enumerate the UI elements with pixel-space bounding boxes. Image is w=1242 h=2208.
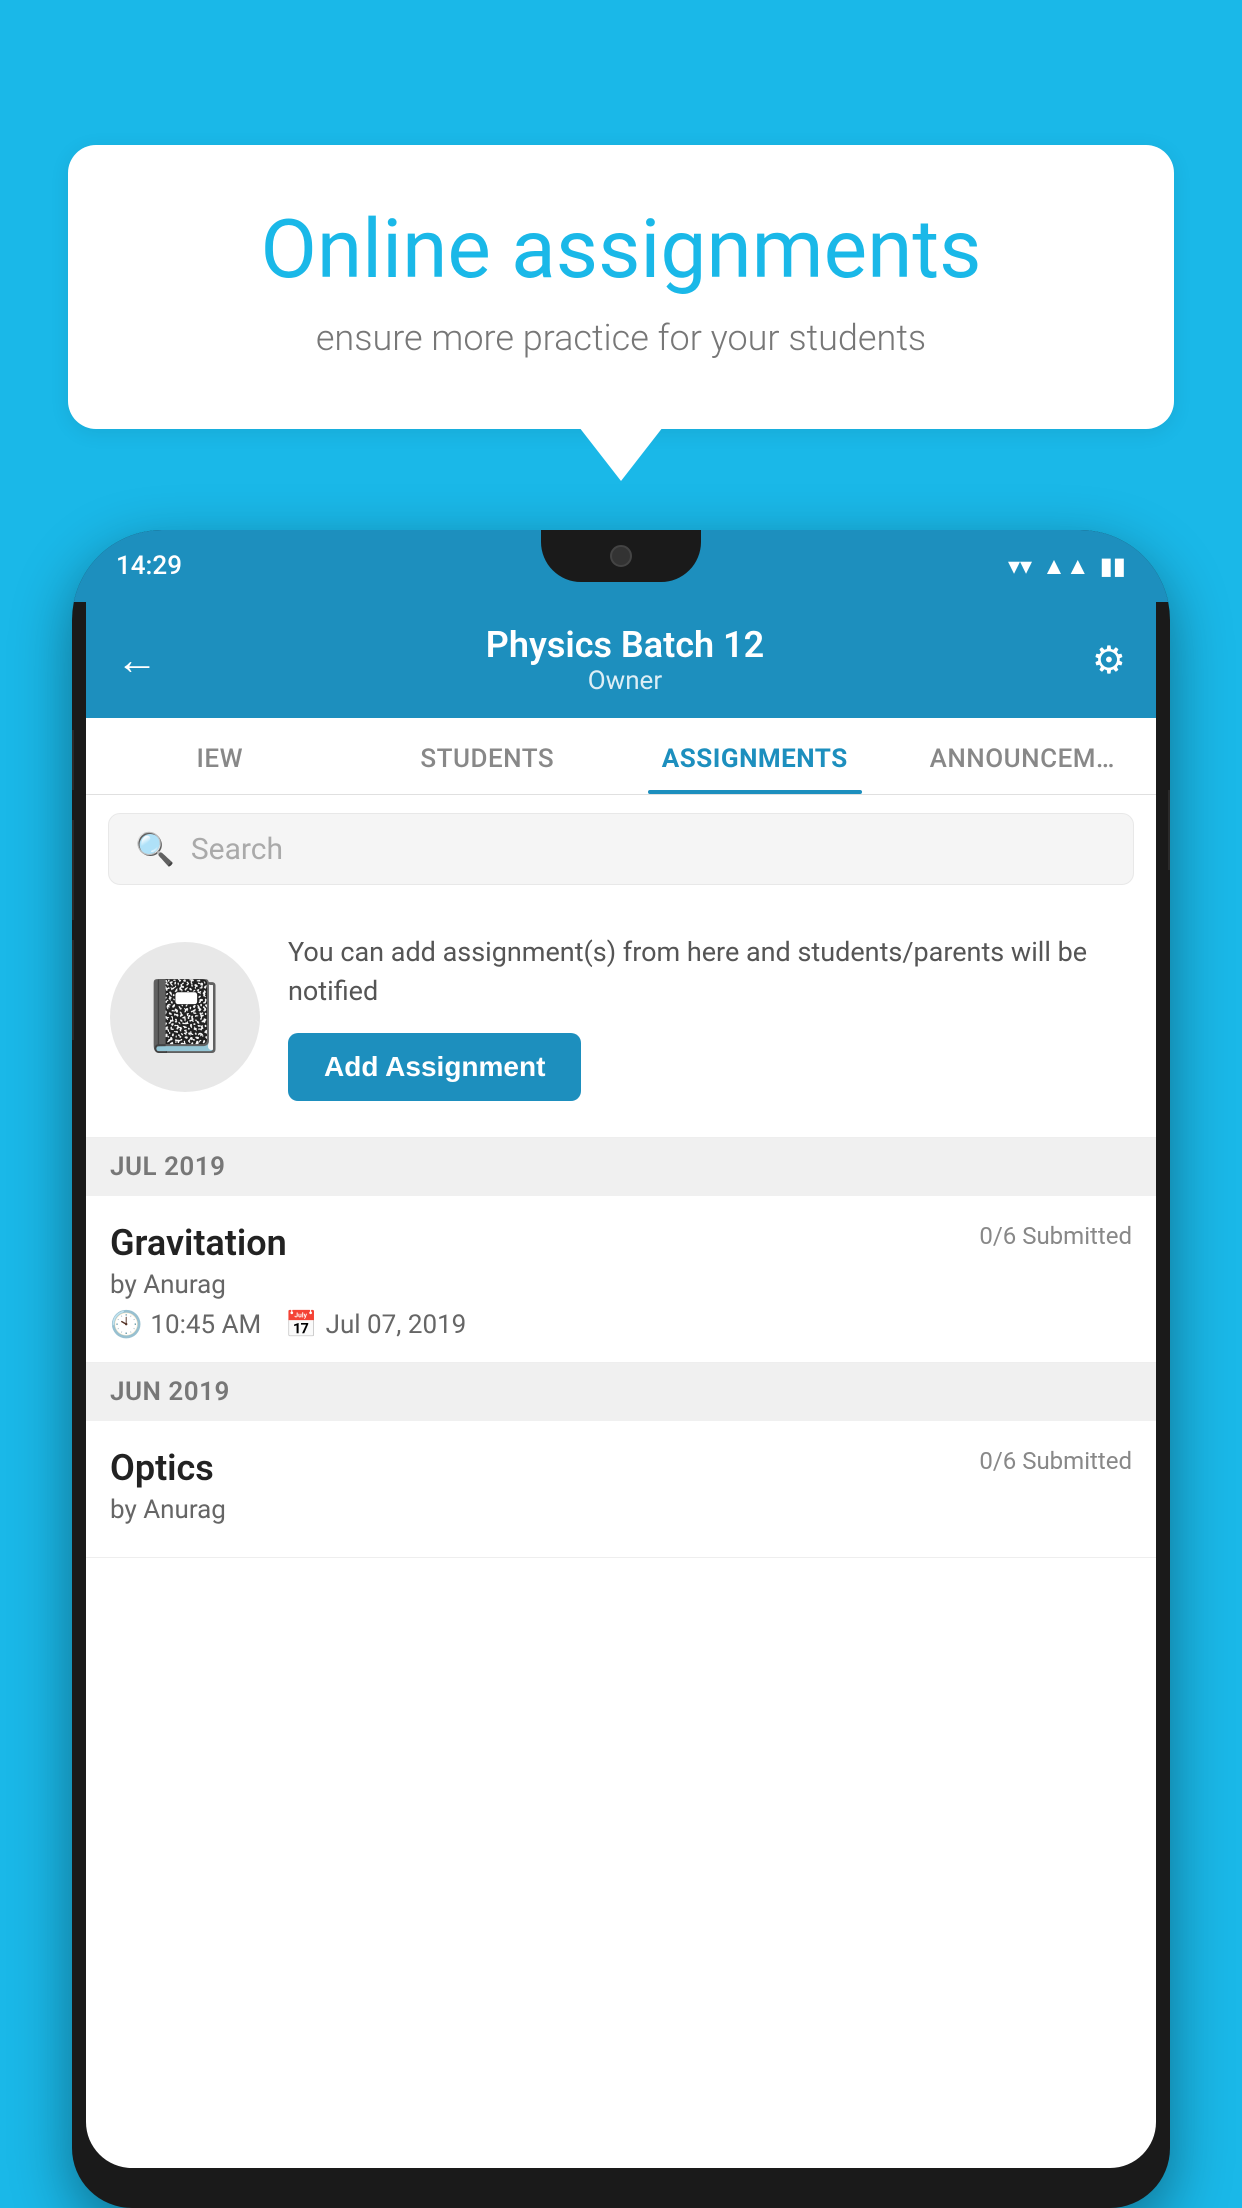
notch xyxy=(541,530,701,582)
calendar-icon: 📅 xyxy=(285,1310,317,1340)
tab-bar: IEW STUDENTS ASSIGNMENTS ANNOUNCEM… xyxy=(86,718,1156,795)
assignment-name-optics: Optics xyxy=(110,1447,214,1489)
tab-assignments[interactable]: ASSIGNMENTS xyxy=(621,718,889,794)
signal-icon: ▲▲ xyxy=(1042,552,1090,581)
settings-button[interactable]: ⚙ xyxy=(1092,638,1126,683)
meta-date: 📅 Jul 07, 2019 xyxy=(285,1310,466,1340)
search-placeholder: Search xyxy=(191,832,283,867)
phone-frame: 14:29 ▾▾ ▲▲ ▮▮ ← Physics Batch 12 Owner … xyxy=(72,530,1170,2208)
speech-bubble-card: Online assignments ensure more practice … xyxy=(68,145,1174,429)
status-icons: ▾▾ ▲▲ ▮▮ xyxy=(1008,552,1126,581)
add-assignment-button[interactable]: Add Assignment xyxy=(288,1033,581,1101)
assignment-item-optics[interactable]: Optics 0/6 Submitted by Anurag xyxy=(86,1421,1156,1558)
header-subtitle: Owner xyxy=(486,666,764,696)
clock-icon: 🕙 xyxy=(110,1310,142,1340)
search-bar-wrap: 🔍 Search xyxy=(86,795,1156,903)
assignment-top-optics: Optics 0/6 Submitted xyxy=(110,1447,1132,1489)
assignment-submitted-optics: 0/6 Submitted xyxy=(979,1447,1132,1475)
notebook-icon: 📓 xyxy=(141,976,228,1058)
assignment-date: Jul 07, 2019 xyxy=(326,1310,467,1340)
tab-students[interactable]: STUDENTS xyxy=(354,718,622,794)
section-header-jun: JUN 2019 xyxy=(86,1363,1156,1421)
assignment-time: 10:45 AM xyxy=(150,1310,261,1340)
volume-down-button xyxy=(72,940,74,1040)
header-title: Physics Batch 12 xyxy=(486,624,764,666)
assignment-name: Gravitation xyxy=(110,1222,287,1264)
assignment-by-optics: by Anurag xyxy=(110,1495,1132,1525)
bubble-subtitle: ensure more practice for your students xyxy=(138,317,1104,359)
assignment-meta: 🕙 10:45 AM 📅 Jul 07, 2019 xyxy=(110,1310,1132,1340)
power-button xyxy=(1168,790,1170,870)
volume-up-button xyxy=(72,820,74,920)
header-center: Physics Batch 12 Owner xyxy=(486,624,764,696)
search-icon: 🔍 xyxy=(135,830,175,868)
meta-time: 🕙 10:45 AM xyxy=(110,1310,261,1340)
status-bar: 14:29 ▾▾ ▲▲ ▮▮ xyxy=(72,530,1170,602)
promo-block: 📓 You can add assignment(s) from here an… xyxy=(86,903,1156,1138)
section-header-jul: JUL 2019 xyxy=(86,1138,1156,1196)
promo-description: You can add assignment(s) from here and … xyxy=(288,933,1132,1011)
tab-announcements[interactable]: ANNOUNCEM… xyxy=(889,718,1157,794)
bubble-title: Online assignments xyxy=(138,205,1104,295)
phone-screen: ← Physics Batch 12 Owner ⚙ IEW STUDENTS … xyxy=(86,602,1156,2168)
search-bar[interactable]: 🔍 Search xyxy=(108,813,1134,885)
tab-iew[interactable]: IEW xyxy=(86,718,354,794)
wifi-icon: ▾▾ xyxy=(1008,552,1032,580)
front-camera xyxy=(610,545,632,567)
assignment-submitted: 0/6 Submitted xyxy=(979,1222,1132,1250)
assignment-top: Gravitation 0/6 Submitted xyxy=(110,1222,1132,1264)
assignment-by: by Anurag xyxy=(110,1270,1132,1300)
app-header: ← Physics Batch 12 Owner ⚙ xyxy=(86,602,1156,718)
status-time: 14:29 xyxy=(116,551,182,581)
promo-text-area: You can add assignment(s) from here and … xyxy=(288,933,1132,1101)
assignment-item[interactable]: Gravitation 0/6 Submitted by Anurag 🕙 10… xyxy=(86,1196,1156,1363)
back-button[interactable]: ← xyxy=(116,636,158,685)
battery-icon: ▮▮ xyxy=(1100,552,1126,580)
promo-icon-circle: 📓 xyxy=(110,942,260,1092)
volume-mute-button xyxy=(72,730,74,790)
